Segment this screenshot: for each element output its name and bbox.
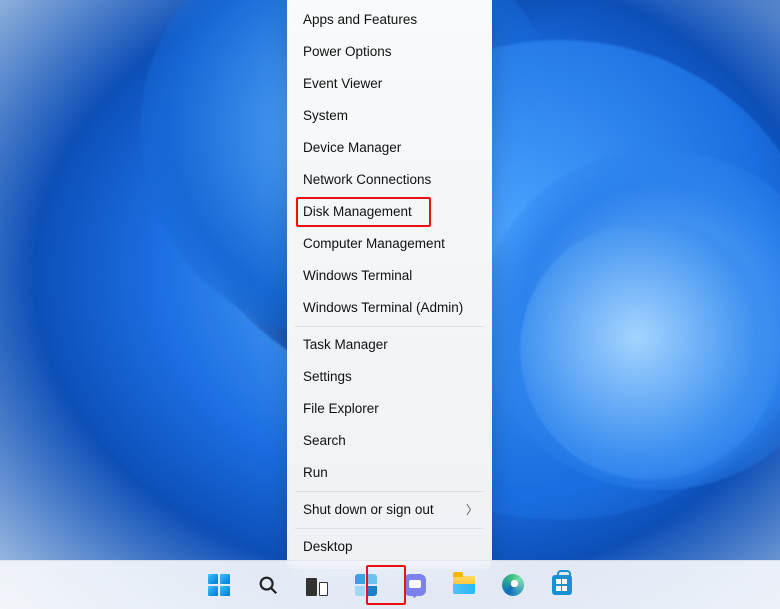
chat-icon — [404, 574, 426, 596]
menu-item-search[interactable]: Search — [287, 425, 492, 457]
menu-item-label: Desktop — [303, 538, 353, 556]
search-icon — [257, 574, 279, 596]
windows-logo-icon — [208, 574, 230, 596]
menu-item-power-options[interactable]: Power Options — [287, 36, 492, 68]
edge-icon — [502, 574, 524, 596]
store-button[interactable] — [542, 565, 582, 605]
menu-item-apps-and-features[interactable]: Apps and Features — [287, 4, 492, 36]
menu-item-label: Task Manager — [303, 336, 388, 354]
menu-item-settings[interactable]: Settings — [287, 361, 492, 393]
task-view-button[interactable] — [297, 565, 337, 605]
menu-item-label: Settings — [303, 368, 352, 386]
menu-item-system[interactable]: System — [287, 100, 492, 132]
chevron-right-icon: 〉 — [466, 501, 478, 519]
menu-item-label: File Explorer — [303, 400, 379, 418]
edge-button[interactable] — [493, 565, 533, 605]
menu-item-label: Apps and Features — [303, 11, 417, 29]
folder-icon — [453, 576, 475, 594]
menu-item-windows-terminal-admin[interactable]: Windows Terminal (Admin) — [287, 292, 492, 324]
menu-item-shutdown-signout[interactable]: Shut down or sign out 〉 — [287, 494, 492, 526]
menu-item-computer-management[interactable]: Computer Management — [287, 228, 492, 260]
widgets-icon — [355, 574, 377, 596]
menu-separator — [295, 491, 484, 492]
menu-item-run[interactable]: Run — [287, 457, 492, 489]
task-view-icon — [306, 574, 328, 596]
menu-item-windows-terminal[interactable]: Windows Terminal — [287, 260, 492, 292]
taskbar — [0, 560, 780, 609]
menu-item-label: System — [303, 107, 348, 125]
winx-context-menu: Apps and Features Power Options Event Vi… — [287, 0, 492, 569]
menu-item-label: Windows Terminal (Admin) — [303, 299, 463, 317]
menu-item-file-explorer[interactable]: File Explorer — [287, 393, 492, 425]
menu-item-task-manager[interactable]: Task Manager — [287, 329, 492, 361]
menu-item-label: Run — [303, 464, 328, 482]
store-icon — [552, 575, 572, 595]
desktop[interactable]: Apps and Features Power Options Event Vi… — [0, 0, 780, 609]
menu-item-label: Windows Terminal — [303, 267, 412, 285]
menu-item-label: Network Connections — [303, 171, 431, 189]
wallpaper-shape — [520, 220, 780, 480]
menu-item-label: Shut down or sign out — [303, 501, 434, 519]
menu-item-disk-management[interactable]: Disk Management — [287, 196, 492, 228]
widgets-button[interactable] — [346, 565, 386, 605]
menu-item-label: Device Manager — [303, 139, 401, 157]
menu-item-label: Search — [303, 432, 346, 450]
menu-separator — [295, 528, 484, 529]
menu-separator — [295, 326, 484, 327]
menu-item-network-connections[interactable]: Network Connections — [287, 164, 492, 196]
menu-item-label: Power Options — [303, 43, 392, 61]
file-explorer-button[interactable] — [444, 565, 484, 605]
menu-item-desktop[interactable]: Desktop — [287, 531, 492, 563]
start-button[interactable] — [199, 565, 239, 605]
menu-item-device-manager[interactable]: Device Manager — [287, 132, 492, 164]
menu-item-label: Disk Management — [303, 203, 412, 221]
menu-item-event-viewer[interactable]: Event Viewer — [287, 68, 492, 100]
search-button[interactable] — [248, 565, 288, 605]
menu-item-label: Computer Management — [303, 235, 445, 253]
menu-item-label: Event Viewer — [303, 75, 382, 93]
chat-button[interactable] — [395, 565, 435, 605]
